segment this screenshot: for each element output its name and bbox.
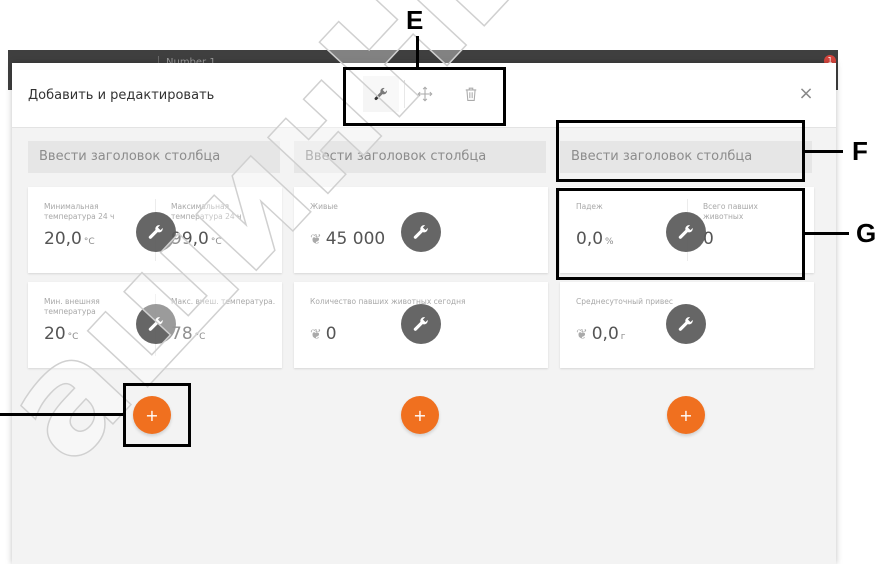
callout-line-e (416, 36, 419, 68)
widget-card[interactable]: Среднесуточный привес ❦ 0,0 г (560, 282, 814, 368)
column-header-2[interactable]: Ввести заголовок столбца (294, 141, 546, 173)
widget-settings-button[interactable] (401, 212, 441, 252)
add-widget-button-column-2[interactable]: + (401, 396, 439, 434)
widget-settings-button[interactable] (136, 304, 176, 344)
metric-max-temp: Максимальная температура 24 ч 99,0 °C (171, 202, 242, 249)
callout-box-add (123, 383, 191, 447)
widget-settings-button[interactable] (136, 212, 176, 252)
chicken-icon: ❦ (310, 232, 322, 248)
callout-box-g (556, 188, 805, 280)
close-button[interactable]: × (795, 83, 817, 105)
wrench-icon (413, 225, 428, 239)
widget-card[interactable]: Живые ❦ 45 000 (294, 187, 548, 273)
wrench-icon (148, 225, 163, 239)
callout-letter-g: G (856, 218, 877, 248)
widget-settings-button[interactable] (666, 304, 706, 344)
callout-line-f (805, 150, 843, 153)
widget-card[interactable]: Мин. внешняя температура 20 °C Макс. внеш… (28, 282, 282, 368)
add-widget-button-column-3[interactable]: + (667, 396, 705, 434)
callout-line-g (805, 232, 849, 235)
callout-box-f (556, 120, 805, 182)
chicken-icon: ❦ (576, 327, 588, 343)
wrench-icon (148, 317, 163, 331)
widget-card[interactable]: Минимальная температура 24 ч 20,0 °C Макс… (28, 187, 282, 273)
widget-settings-button[interactable] (401, 304, 441, 344)
metric-max-outside-temp: Макс. внеш. температура. 78 °C (171, 297, 276, 344)
wrench-icon (678, 317, 693, 331)
callout-box-e (343, 67, 506, 126)
callout-line-add (0, 413, 123, 416)
chicken-icon: ❦ (310, 327, 322, 343)
column-header-1[interactable]: Ввести заголовок столбца (28, 141, 280, 173)
callout-letter-e: E (406, 5, 424, 35)
widget-card[interactable]: Количество павших животных сегодня ❦ 0 (294, 282, 548, 368)
wrench-icon (413, 317, 428, 331)
dialog-title: Добавить и редактировать (28, 88, 215, 103)
callout-letter-f: F (852, 136, 868, 166)
